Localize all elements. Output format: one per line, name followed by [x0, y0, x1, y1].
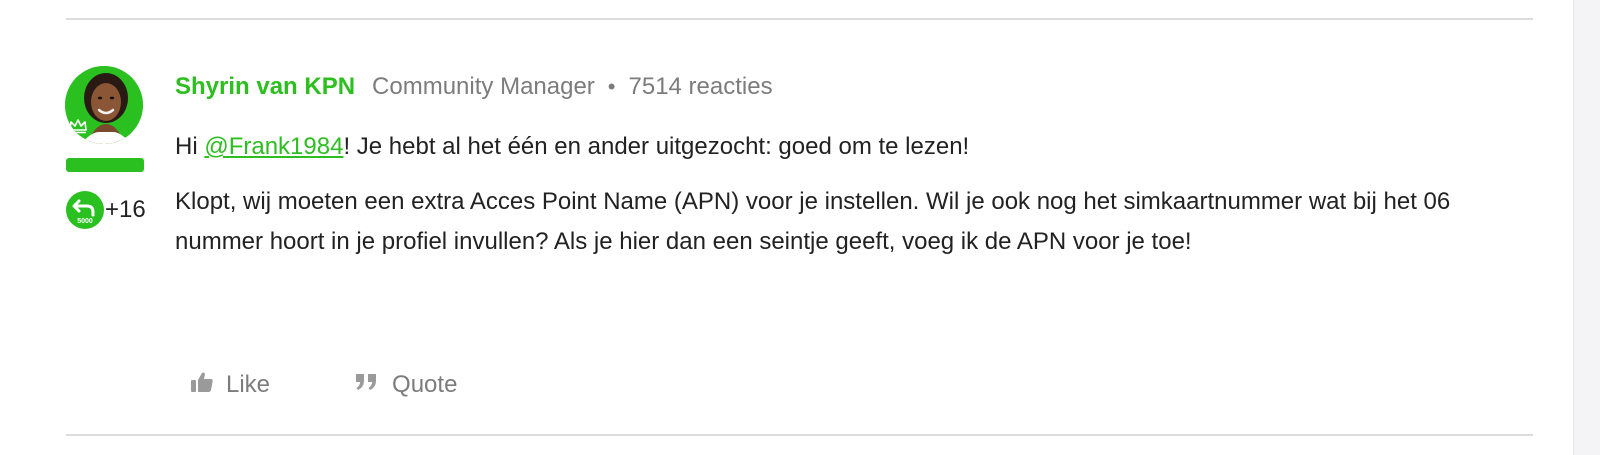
- scrollbar-track[interactable]: [1573, 0, 1600, 455]
- post-divider-top: [66, 18, 1533, 20]
- post-actions: Like Quote: [190, 368, 457, 402]
- reply-arrow-icon: 5000: [72, 199, 95, 225]
- badge-count: +16: [105, 196, 146, 223]
- post-paragraph: Hi @Frank1984! Je hebt al het één en and…: [175, 127, 1535, 167]
- paragraph-text: ! Je hebt al het één en ander uitgezocht…: [343, 133, 970, 160]
- like-button[interactable]: Like: [190, 370, 270, 401]
- reply-badge[interactable]: 5000: [66, 191, 104, 229]
- post-body: Hi @Frank1984! Je hebt al het één en and…: [175, 127, 1535, 262]
- greeting-text: Hi: [175, 133, 205, 160]
- avatar[interactable]: [65, 66, 143, 144]
- quote-label: Quote: [392, 371, 458, 398]
- forum-post: 5000 +16 Shyrin van KPN Community Manage…: [0, 0, 1600, 455]
- meta-separator: •: [607, 74, 616, 99]
- quote-button[interactable]: Quote: [354, 370, 457, 401]
- reply-count: 7514 reacties: [628, 73, 773, 100]
- quote-icon: [354, 370, 380, 401]
- rank-bar: [66, 158, 144, 172]
- crown-icon: [65, 116, 91, 136]
- post-divider-bottom: [66, 434, 1533, 436]
- post-paragraph: Klopt, wij moeten een extra Acces Point …: [175, 188, 1451, 255]
- author-role: Community Manager: [372, 73, 595, 100]
- post-header: Shyrin van KPN Community Manager • 7514 …: [175, 70, 773, 104]
- like-label: Like: [226, 371, 271, 398]
- mention-link[interactable]: @Frank1984: [204, 133, 343, 160]
- author-name[interactable]: Shyrin van KPN: [175, 73, 355, 101]
- thumbs-up-icon: [190, 370, 214, 401]
- badge-label: 5000: [77, 218, 93, 225]
